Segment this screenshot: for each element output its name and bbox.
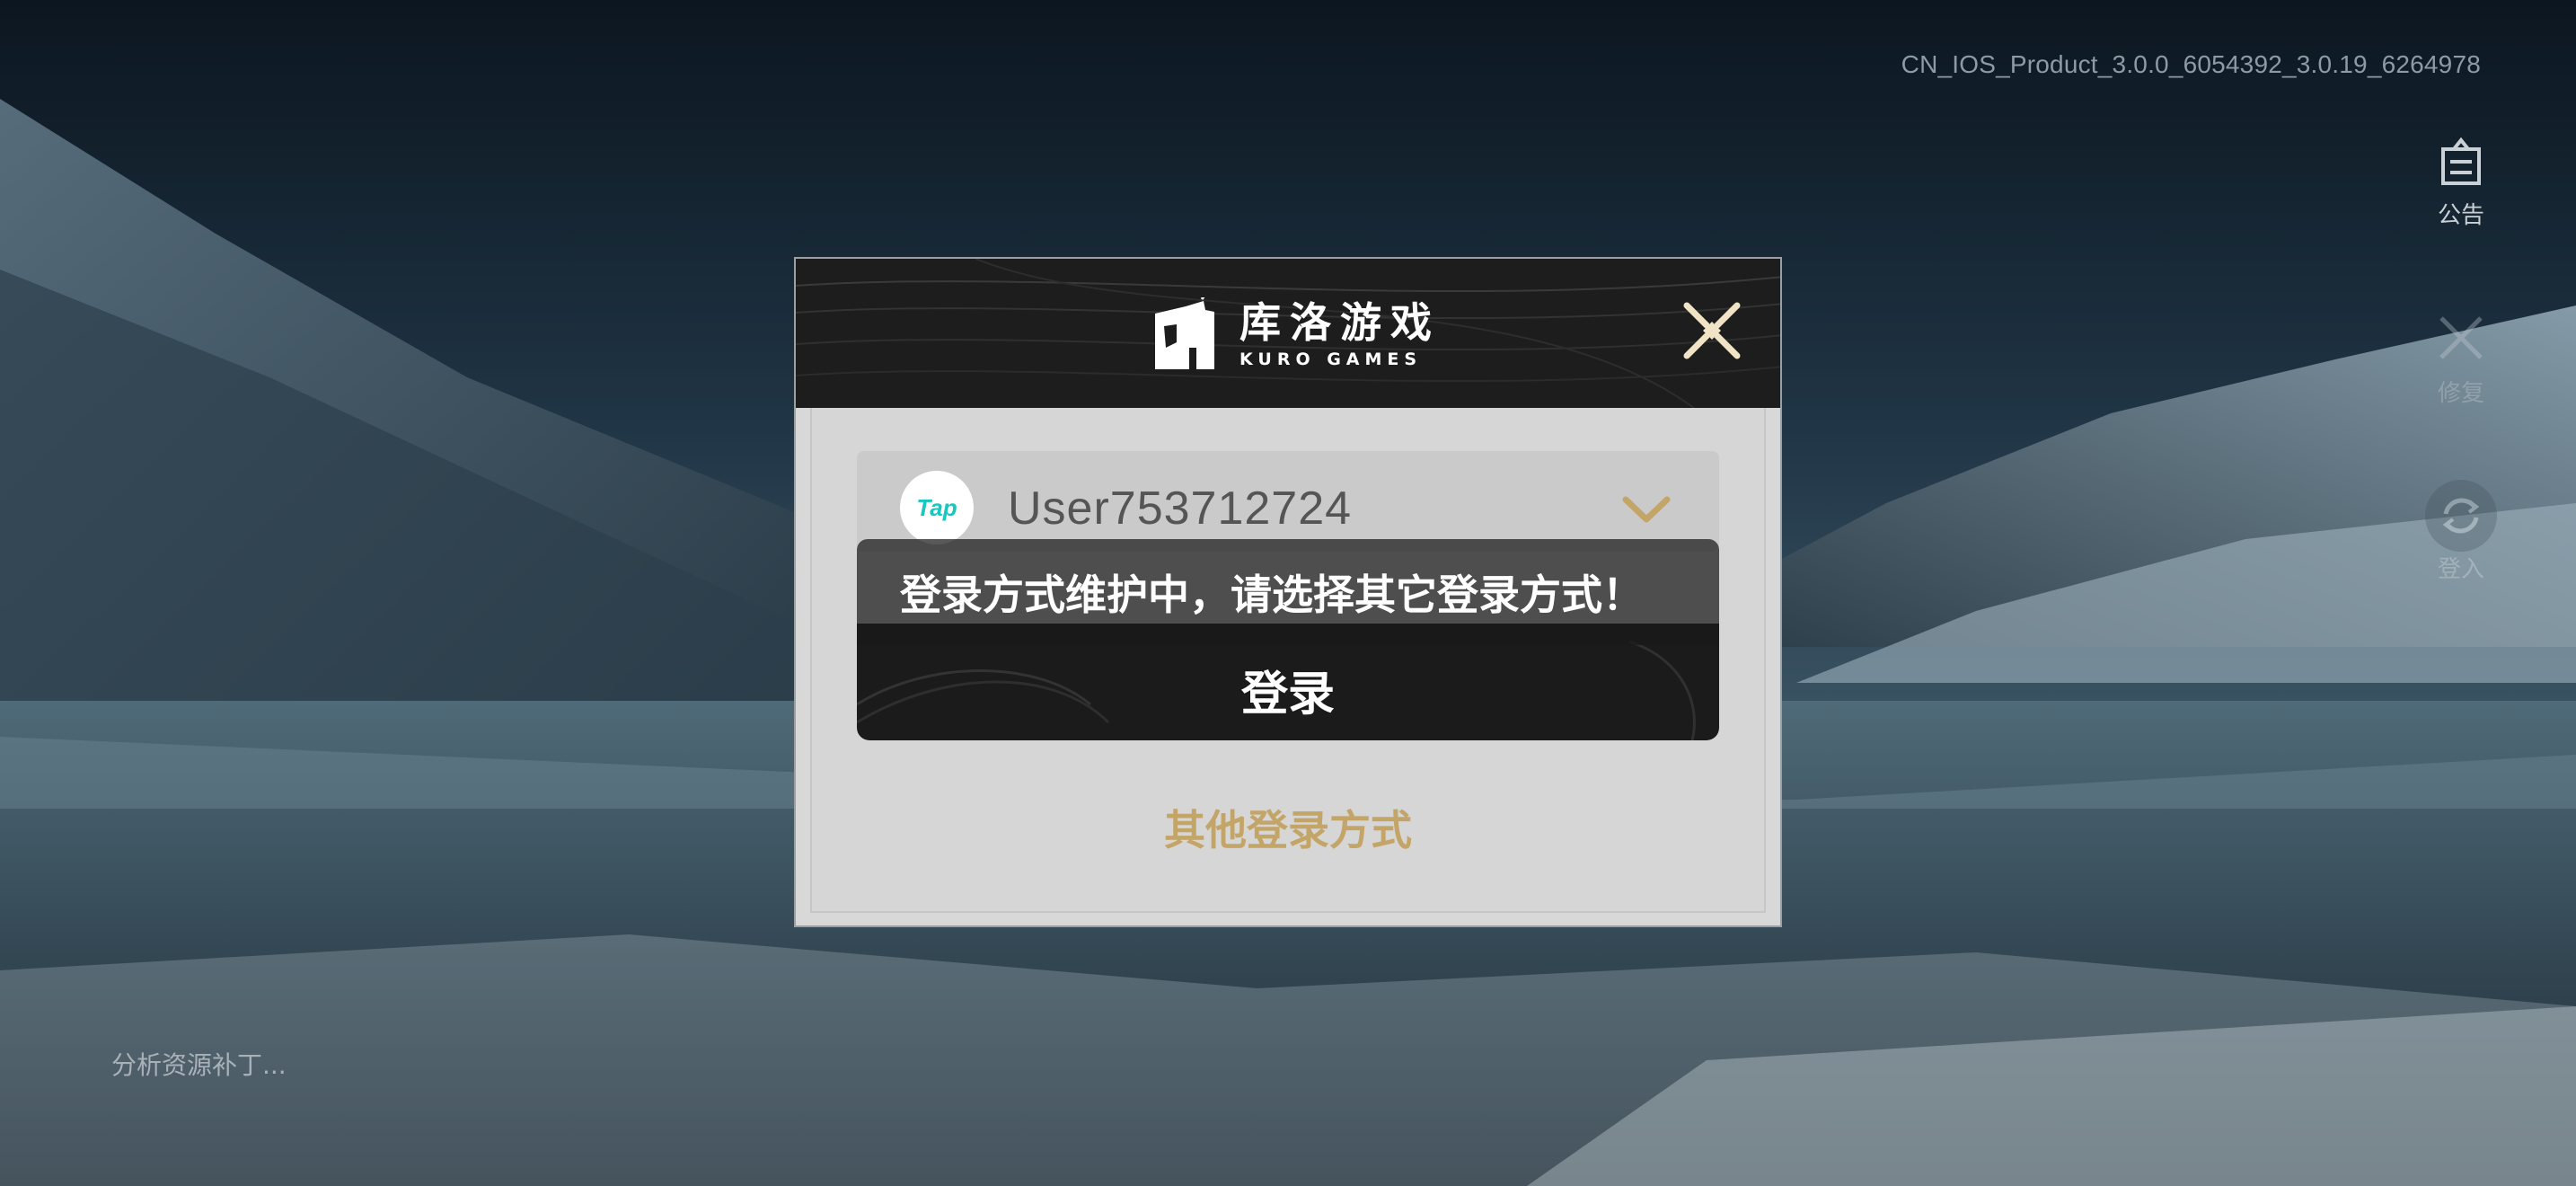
wrench-icon [2439,316,2483,359]
chevron-down-icon [1622,496,1671,523]
close-button[interactable] [1680,298,1744,363]
repair-button[interactable]: 修复 [2407,311,2515,408]
login-side-label: 登入 [2437,556,2484,583]
account-username: User753712724 [1008,482,1353,535]
tap-provider-badge: Tap [900,471,974,544]
maintenance-toast: 登录方式维护中，请选择其它登录方式！ [857,539,1719,645]
announcement-label: 公告 [2437,202,2484,229]
kuro-logo-mark [1155,297,1214,369]
announcement-button[interactable]: 公告 [2407,137,2515,230]
kuro-games-logo: 库洛游戏 KURO GAMES [1150,289,1441,379]
clipboard-icon [2441,137,2481,185]
login-button-label: 登录 [1240,668,1335,721]
refresh-icon [2425,480,2497,552]
version-label: CN_IOS_Product_3.0.0_6054392_3.0.19_6264… [1901,50,2481,78]
loading-status-text: 分析资源补丁... [111,1050,287,1080]
other-login-methods-link[interactable]: 其他登录方式 [857,798,1719,857]
close-icon [1683,302,1741,359]
logo-english-text: KURO GAMES [1239,350,1423,369]
account-dropdown[interactable] [1622,494,1671,525]
login-side-button[interactable]: 登入 [2407,478,2515,584]
dialog-header: 库洛游戏 KURO GAMES [796,259,1780,408]
repair-label: 修复 [2437,380,2484,407]
logo-chinese-text: 库洛游戏 [1239,298,1441,347]
